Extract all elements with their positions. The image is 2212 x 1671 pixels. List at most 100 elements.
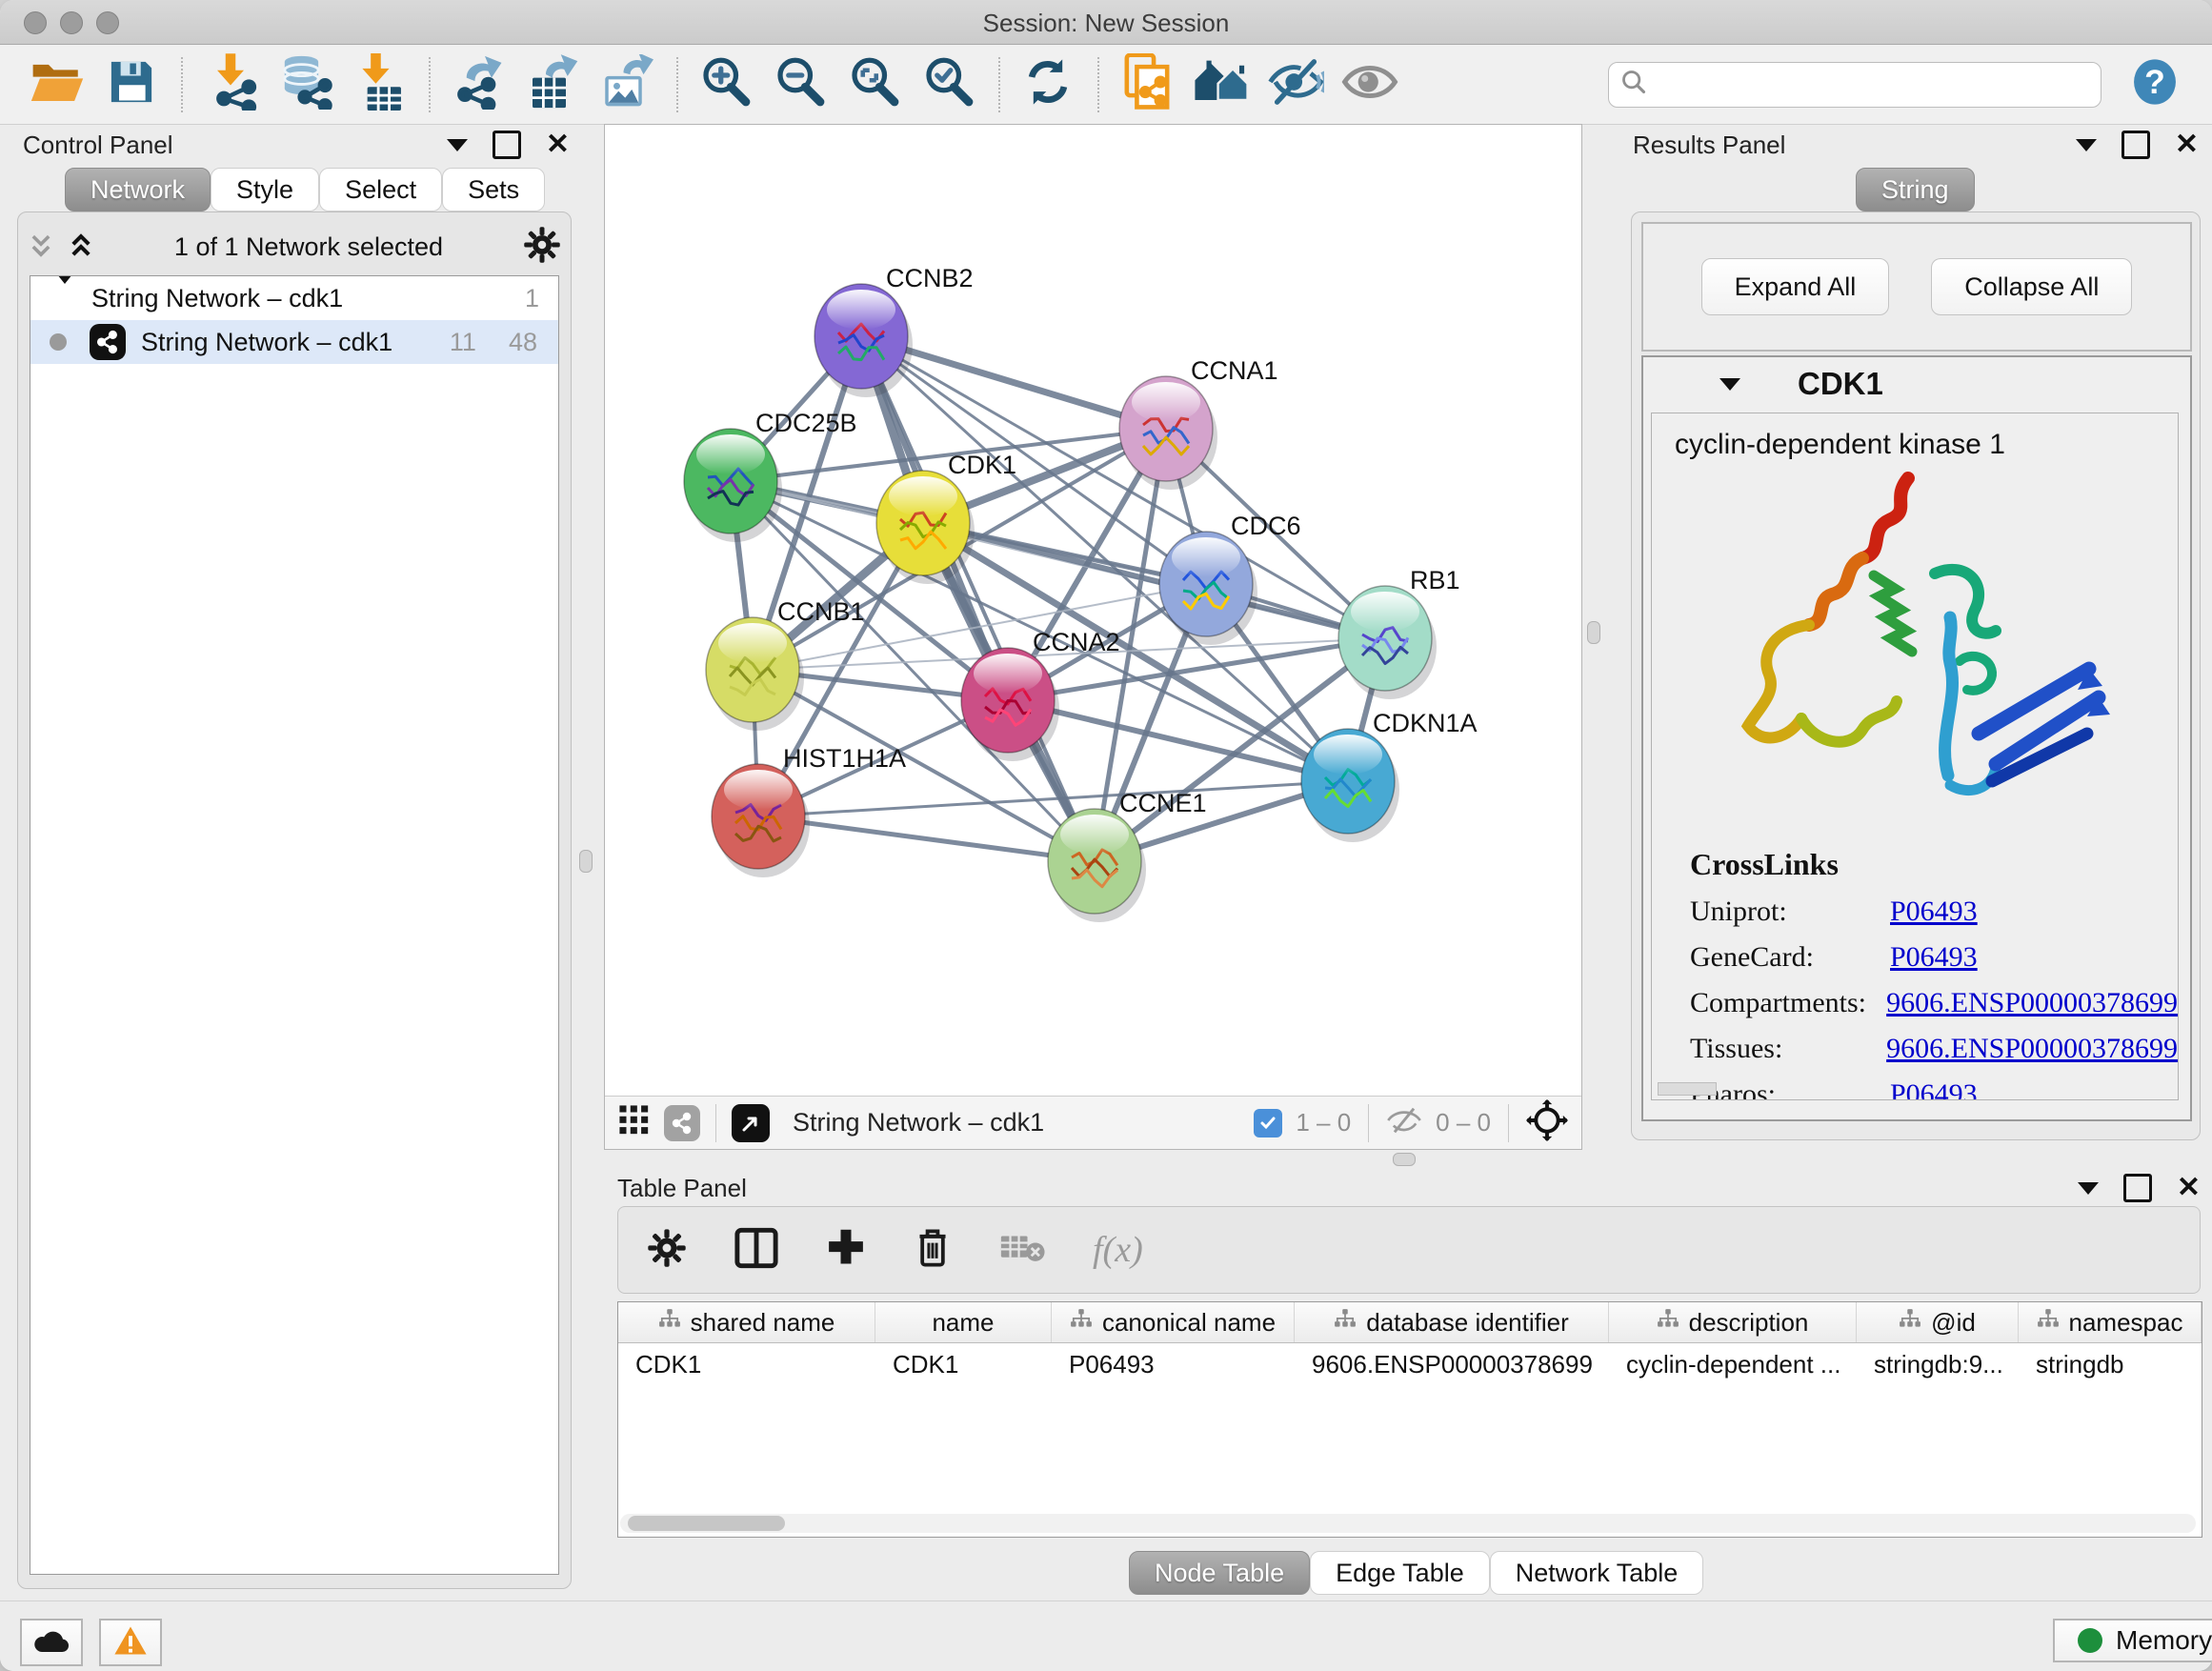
table-cell[interactable]: 9606.ENSP00000378699 (1295, 1350, 1609, 1379)
warnings-button[interactable] (99, 1619, 162, 1666)
network-node-ccnb1[interactable]: CCNB1 (706, 597, 865, 731)
export-table-button[interactable] (520, 53, 585, 116)
table-settings-gear-icon[interactable] (647, 1228, 687, 1273)
table-hscrollbar-thumb[interactable] (628, 1516, 785, 1531)
crosslink-link[interactable]: 9606.ENSP00000378699 (1886, 1033, 2178, 1065)
zoom-selected-button[interactable] (916, 53, 981, 116)
zoom-fit-button[interactable] (842, 53, 907, 116)
table-panel-close-icon[interactable]: ✕ (2177, 1177, 2201, 1199)
expand-all-button[interactable]: Expand All (1701, 258, 1890, 315)
hide-selected-button[interactable] (1263, 53, 1328, 116)
network-node-rb1[interactable]: RB1 (1338, 566, 1460, 699)
table-row[interactable]: CDK1CDK1P064939606.ENSP00000378699cyclin… (618, 1343, 2202, 1385)
tab-edge-table[interactable]: Edge Table (1310, 1551, 1490, 1595)
tab-select[interactable]: Select (319, 168, 442, 211)
tab-style[interactable]: Style (211, 168, 319, 211)
table-cell[interactable]: CDK1 (618, 1350, 875, 1379)
control-panel-float-icon[interactable] (493, 131, 521, 159)
show-all-button[interactable] (1337, 53, 1402, 116)
network-options-gear-icon[interactable] (523, 226, 561, 269)
network-row[interactable]: String Network – cdk1 11 48 (30, 320, 558, 364)
network-edge[interactable] (923, 523, 1385, 638)
export-network-button[interactable] (446, 53, 511, 116)
vertical-splitter-left[interactable] (579, 850, 593, 873)
table-cell[interactable]: stringdb:9... (1857, 1350, 2019, 1379)
function-builder-button[interactable]: f(x) (1093, 1229, 1143, 1271)
column-header-name[interactable]: name (875, 1302, 1052, 1342)
network-collection-row[interactable]: String Network – cdk1 1 (30, 276, 558, 320)
home-button[interactable] (1189, 53, 1254, 116)
network-node-cdkn1a[interactable]: CDKN1A (1301, 709, 1478, 842)
tab-sets[interactable]: Sets (442, 168, 545, 211)
clone-network-button[interactable] (1115, 53, 1179, 116)
collection-expand-icon[interactable] (53, 284, 76, 313)
hidden-count-eye-icon[interactable] (1386, 1106, 1422, 1139)
horizontal-splitter[interactable] (1393, 1153, 1416, 1166)
zoom-in-button[interactable] (694, 53, 758, 116)
column-header-canonical-name[interactable]: canonical name (1052, 1302, 1295, 1342)
results-panel-float-icon[interactable] (2122, 131, 2150, 159)
export-image-button[interactable] (594, 53, 659, 116)
collapse-all-networks-icon[interactable] (28, 232, 54, 262)
delete-table-icon[interactable] (999, 1231, 1045, 1270)
import-table-button[interactable] (347, 53, 412, 116)
expand-all-networks-icon[interactable] (68, 232, 94, 262)
search-input[interactable] (1657, 70, 2089, 99)
app-window: Session: New Session (0, 0, 2212, 1671)
column-header-namespac[interactable]: namespac (2019, 1302, 2202, 1342)
refresh-button[interactable] (1016, 53, 1080, 116)
results-scrollbar-thumb[interactable] (1658, 1082, 1717, 1096)
column-header--id[interactable]: @id (1857, 1302, 2019, 1342)
crosslink-link[interactable]: P06493 (1890, 896, 1978, 928)
table-panel-menu-icon[interactable] (2078, 1182, 2099, 1195)
network-node-ccnb2[interactable]: CCNB2 (814, 264, 974, 397)
network-node-ccna1[interactable]: CCNA1 (1119, 356, 1278, 490)
network-node-cdc25b[interactable]: CDC25B (684, 409, 857, 542)
network-view-share-icon[interactable] (664, 1105, 700, 1141)
table-panel-float-icon[interactable] (2123, 1174, 2152, 1202)
save-session-button[interactable] (99, 53, 164, 116)
show-columns-icon[interactable] (734, 1227, 778, 1274)
cloud-status-button[interactable] (20, 1619, 83, 1666)
tab-node-table[interactable]: Node Table (1129, 1551, 1310, 1595)
tab-network[interactable]: Network (65, 168, 211, 211)
selected-count-checkbox[interactable] (1254, 1109, 1282, 1137)
add-column-icon[interactable] (826, 1227, 866, 1274)
column-header-shared-name[interactable]: shared name (618, 1302, 875, 1342)
table-cell[interactable]: cyclin-dependent ... (1609, 1350, 1857, 1379)
search-field[interactable] (1608, 62, 2101, 108)
import-network-button[interactable] (198, 53, 263, 116)
column-header-description[interactable]: description (1609, 1302, 1857, 1342)
import-network-from-database-button[interactable] (272, 53, 337, 116)
table-cell[interactable]: P06493 (1052, 1350, 1295, 1379)
open-session-button[interactable] (25, 53, 90, 116)
tab-string[interactable]: String (1856, 168, 1975, 211)
gene-section-header[interactable]: CDK1 (1643, 357, 2190, 411)
table-cell[interactable]: CDK1 (875, 1350, 1052, 1379)
results-panel-close-icon[interactable]: ✕ (2175, 133, 2199, 156)
grid-view-icon[interactable] (618, 1104, 651, 1141)
results-panel-menu-icon[interactable] (2076, 139, 2097, 151)
delete-column-icon[interactable] (914, 1226, 952, 1275)
gene-collapse-icon[interactable] (1719, 378, 1740, 391)
crosslink-link[interactable]: P06493 (1890, 1078, 1978, 1100)
control-panel-close-icon[interactable]: ✕ (546, 133, 570, 156)
table-cell[interactable]: stringdb (2019, 1350, 2202, 1379)
network-edge[interactable] (861, 336, 1095, 861)
table-hscrollbar[interactable] (620, 1514, 2196, 1533)
collapse-all-button[interactable]: Collapse All (1931, 258, 2132, 315)
column-header-database-identifier[interactable]: database identifier (1295, 1302, 1609, 1342)
birdseye-view-icon[interactable] (732, 1104, 770, 1142)
network-view-toolbar: String Network – cdk1 1 – 0 0 – 0 (605, 1096, 1581, 1149)
network-edge-count: 48 (509, 328, 537, 357)
tab-network-table[interactable]: Network Table (1490, 1551, 1704, 1595)
crosslink-link[interactable]: 9606.ENSP00000378699 (1886, 987, 2178, 1019)
memory-button[interactable]: Memory (2053, 1619, 2212, 1662)
fit-crosshair-icon[interactable] (1526, 1099, 1568, 1146)
control-panel-menu-icon[interactable] (447, 139, 468, 151)
help-button[interactable]: ? (2122, 53, 2187, 116)
zoom-out-button[interactable] (768, 53, 833, 116)
crosslink-link[interactable]: P06493 (1890, 941, 1978, 974)
vertical-splitter-right[interactable] (1587, 621, 1600, 644)
network-canvas[interactable]: CCNB2CCNA1CDC25BCDK1CDC6RB1CCNB1CCNA2CDK… (605, 125, 1581, 1095)
